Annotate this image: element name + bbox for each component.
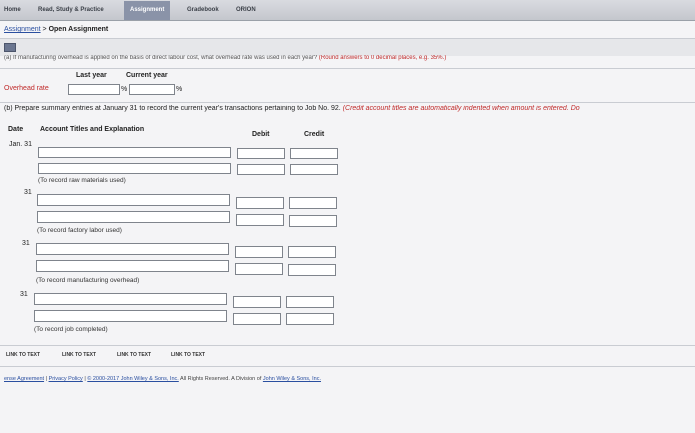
account-title-input[interactable] (34, 293, 227, 305)
credit-input[interactable] (288, 264, 336, 276)
entry-memo: (To record manufacturing overhead) (36, 277, 140, 284)
part-a-instruction: (Round answers to 0 decimal places, e.g.… (318, 55, 447, 61)
last-year-rate-input[interactable] (68, 84, 120, 95)
entry-date: 31 (24, 189, 32, 196)
credit-input[interactable] (289, 215, 337, 227)
credit-input[interactable] (286, 296, 334, 308)
part-b-question-text: (b) Prepare summary entries at January 3… (4, 105, 341, 112)
col-last-year: Last year (76, 72, 107, 79)
journal-header: Date Account Titles and Explanation Debi… (4, 126, 344, 138)
divider (0, 68, 695, 69)
link-to-text-button[interactable]: LINK TO TEXT (62, 352, 96, 358)
credit-input[interactable] (288, 246, 336, 258)
link-to-text-button[interactable]: LINK TO TEXT (117, 352, 151, 358)
tab-orion[interactable]: ORION (236, 3, 256, 18)
publisher-link[interactable]: John Wiley & Sons, Inc. (263, 376, 321, 382)
tab-read-study-practice[interactable]: Read, Study & Practice (38, 3, 104, 18)
entry-date: 31 (22, 240, 30, 247)
breadcrumb: Assignment > Open Assignment (4, 26, 108, 33)
debit-input[interactable] (235, 246, 283, 258)
entry-date: Jan. 31 (9, 141, 32, 148)
col-current-year: Current year (126, 72, 168, 79)
link-to-text-bar: LINK TO TEXT LINK TO TEXT LINK TO TEXT L… (0, 352, 695, 362)
percent-sign: % (121, 86, 128, 93)
footer: ense Agreement | Privacy Policy | © 2000… (4, 376, 321, 382)
entry-memo: (To record factory labor used) (37, 227, 122, 234)
tab-home[interactable]: Home (4, 3, 21, 18)
breadcrumb-current: Open Assignment (48, 26, 109, 33)
toolbar-strip (0, 38, 695, 56)
percent-sign: % (176, 86, 183, 93)
account-title-input[interactable] (36, 260, 229, 272)
account-title-input[interactable] (36, 243, 229, 255)
credit-input[interactable] (290, 148, 338, 159)
breadcrumb-separator: > (42, 26, 47, 33)
part-b-instruction: (Credit account titles are automatically… (342, 105, 580, 112)
menu-icon[interactable] (4, 43, 16, 52)
entry-memo: (To record raw materials used) (38, 177, 126, 184)
credit-input[interactable] (290, 164, 338, 175)
divider (0, 345, 695, 346)
credit-input[interactable] (289, 197, 337, 209)
top-navigation: Home Read, Study & Practice Assignment G… (0, 0, 695, 21)
footer-separator: | (84, 376, 86, 382)
link-to-text-button[interactable]: LINK TO TEXT (6, 352, 40, 358)
footer-rights: All Rights Reserved. A Division of (180, 376, 262, 382)
part-a-question: (a) If manufacturing overhead is applied… (4, 55, 694, 61)
debit-input[interactable] (237, 164, 285, 175)
license-agreement-link[interactable]: ense Agreement (4, 376, 44, 382)
debit-input[interactable] (236, 197, 284, 209)
tab-assignment[interactable]: Assignment (124, 1, 171, 20)
link-to-text-button[interactable]: LINK TO TEXT (171, 352, 205, 358)
current-year-rate-input[interactable] (129, 84, 175, 95)
debit-input[interactable] (237, 148, 285, 159)
entry-memo: (To record job completed) (34, 326, 108, 333)
part-b-question: (b) Prepare summary entries at January 3… (4, 105, 695, 112)
privacy-policy-link[interactable]: Privacy Policy (49, 376, 83, 382)
debit-input[interactable] (235, 263, 283, 275)
credit-input[interactable] (286, 313, 334, 325)
header-date: Date (8, 126, 24, 133)
header-account: Account Titles and Explanation (40, 126, 145, 133)
divider (0, 366, 695, 367)
header-credit: Credit (304, 131, 325, 138)
copyright-link[interactable]: © 2000-2017 John Wiley & Sons, Inc. (87, 376, 179, 382)
account-title-input[interactable] (34, 310, 227, 322)
debit-input[interactable] (233, 313, 281, 325)
account-title-input[interactable] (37, 194, 230, 206)
part-a-question-text: (a) If manufacturing overhead is applied… (4, 55, 318, 61)
header-debit: Debit (252, 131, 270, 138)
tab-gradebook[interactable]: Gradebook (187, 3, 219, 18)
account-title-input[interactable] (38, 147, 231, 158)
divider (0, 102, 695, 103)
debit-input[interactable] (233, 296, 281, 308)
debit-input[interactable] (236, 214, 284, 226)
account-title-input[interactable] (38, 163, 231, 174)
breadcrumb-assignment-link[interactable]: Assignment (4, 26, 41, 33)
overhead-rate-label: Overhead rate (4, 85, 49, 92)
footer-separator: | (45, 376, 48, 382)
account-title-input[interactable] (37, 211, 230, 223)
entry-date: 31 (20, 291, 28, 298)
